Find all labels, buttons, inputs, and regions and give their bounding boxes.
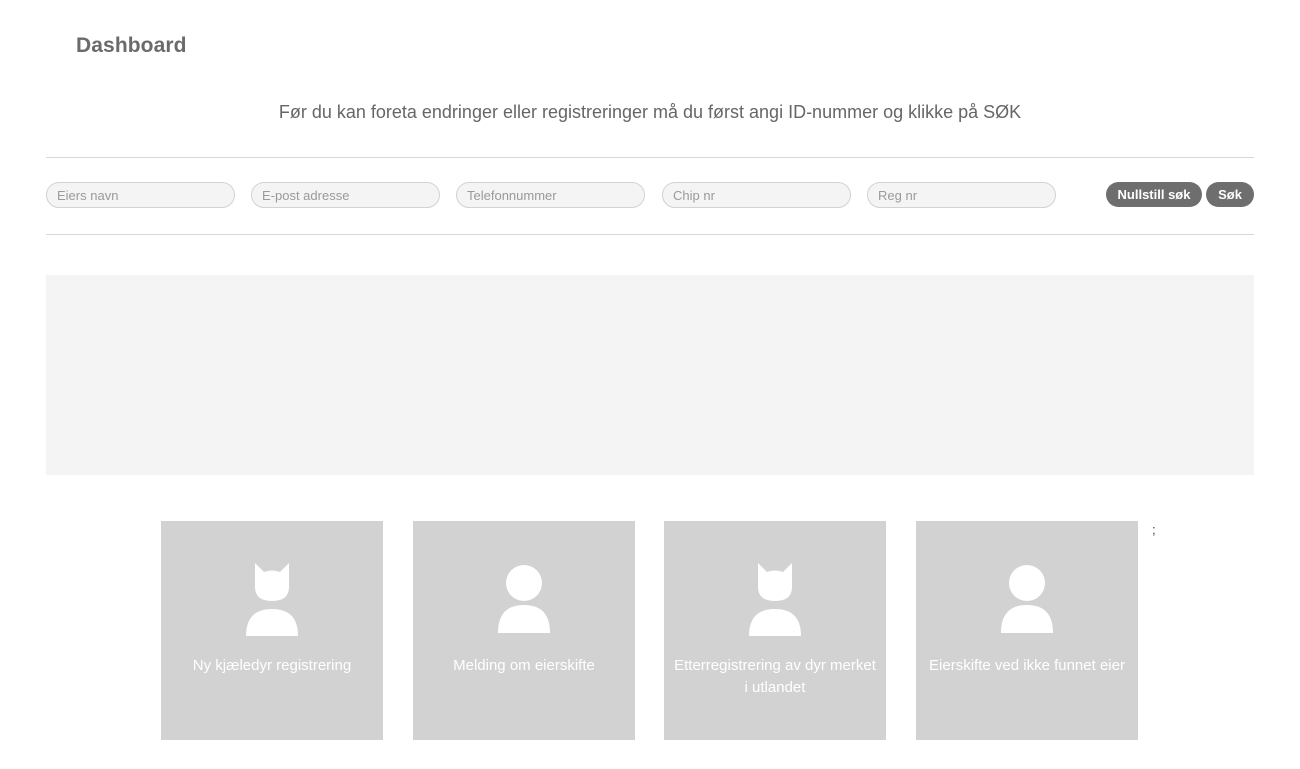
email-input[interactable] [251,182,440,208]
tile-foreign-marked-registration[interactable]: Etterregistrering av dyr merket i utland… [664,521,886,740]
search-results-panel [46,275,1254,475]
page-title: Dashboard [76,34,187,57]
tile-label: Ny kjæledyr registrering [192,657,352,674]
phone-input[interactable] [456,182,645,208]
person-icon [498,565,550,633]
tile-label: Eierskifte ved ikke funnet eier [929,657,1125,674]
tile-ownership-change-notice[interactable]: Melding om eierskifte [413,521,635,740]
reset-search-button[interactable]: Nullstill søk [1106,182,1202,207]
tile-label: Melding om eierskifte [453,657,595,674]
dashboard-page: Dashboard Før du kan foreta endringer el… [0,0,1300,769]
chip-number-input[interactable] [662,182,851,208]
stray-semicolon: ; [1152,522,1156,537]
pet-icon [246,563,298,636]
pet-icon [749,563,801,636]
divider-top [46,157,1254,158]
person-icon [1001,565,1053,633]
reg-number-input[interactable] [867,182,1056,208]
tile-ownership-change-no-owner[interactable]: Eierskifte ved ikke funnet eier [916,521,1138,740]
owner-name-input[interactable] [46,182,235,208]
search-button[interactable]: Søk [1206,182,1254,207]
instruction-text: Før du kan foreta endringer eller regist… [278,102,1022,122]
tile-new-pet-registration[interactable]: Ny kjæledyr registrering [161,521,383,740]
tile-label: Etterregistrering av dyr merket i utland… [674,657,876,696]
divider-bottom [46,234,1254,235]
